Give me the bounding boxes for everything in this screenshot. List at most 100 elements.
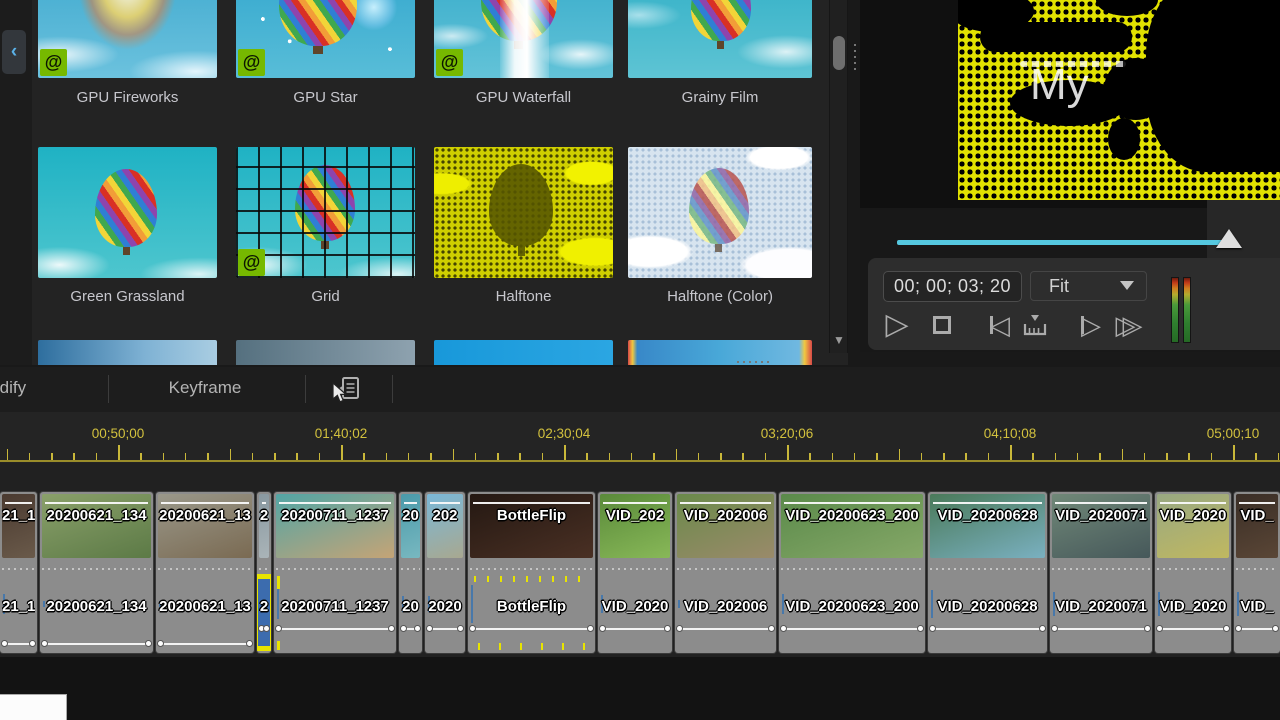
effect-tile-partial2[interactable] [236, 340, 415, 365]
volume-keyframe-handle[interactable] [587, 625, 594, 632]
volume-keyframe-handle[interactable] [426, 625, 433, 632]
volume-keyframe-handle[interactable] [388, 625, 395, 632]
volume-keyframe-handle[interactable] [414, 625, 421, 632]
effect-label: Halftone [416, 287, 631, 306]
clip-volume-line[interactable] [678, 628, 773, 630]
timeline-clip[interactable]: VID_2020VID_2020 [1155, 492, 1231, 653]
modify-button[interactable]: Modify [0, 378, 26, 398]
timeline-clip[interactable]: VID_VID_ [1234, 492, 1280, 653]
effect-tile-gpu-fireworks[interactable] [38, 0, 217, 78]
clip-volume-line[interactable] [428, 628, 462, 630]
volume-keyframe-handle[interactable] [1223, 625, 1230, 632]
clip-volume-line[interactable] [277, 628, 393, 630]
volume-keyframe-handle[interactable] [599, 625, 606, 632]
timeline-clip[interactable]: VID_20200623_200VID_20200623_200 [779, 492, 925, 653]
effect-tile-partial1[interactable] [38, 340, 217, 365]
effect-tile-gpu-waterfall[interactable] [434, 0, 613, 78]
volume-keyframe-handle[interactable] [157, 640, 164, 647]
timeline-clip[interactable]: VID_2020071VID_2020071 [1050, 492, 1152, 653]
timeline-clip[interactable]: 20200621_13420200621_134 [40, 492, 153, 653]
volume-keyframe-handle[interactable] [1156, 625, 1163, 632]
effects-scrollbar[interactable]: ▼ [829, 0, 848, 353]
timeline-clip[interactable]: 21_121_1 [0, 492, 37, 653]
seekbar-thumb[interactable] [1216, 229, 1242, 248]
volume-keyframe-handle[interactable] [246, 640, 253, 647]
timeline-clip[interactable]: BottleFlipBottleFlip [468, 492, 595, 653]
effect-tile-partial3[interactable] [434, 340, 613, 365]
timeline-clip[interactable]: VID_202006VID_202006 [675, 492, 776, 653]
scrollbar-down-arrow-icon[interactable]: ▼ [832, 332, 846, 348]
volume-keyframe-handle[interactable] [664, 625, 671, 632]
clip-volume-line[interactable] [43, 643, 150, 645]
clip-volume-line[interactable] [931, 628, 1044, 630]
volume-keyframe-handle[interactable] [41, 640, 48, 647]
volume-keyframe-handle[interactable] [1144, 625, 1151, 632]
timeline-clip[interactable]: VID_20200628VID_20200628 [928, 492, 1047, 653]
clip-volume-line[interactable] [1158, 628, 1228, 630]
timeline-clip[interactable]: 20200711_123720200711_1237 [274, 492, 396, 653]
volume-keyframe-handle[interactable] [457, 625, 464, 632]
volume-keyframe-handle[interactable] [768, 625, 775, 632]
volume-keyframe-handle[interactable] [1051, 625, 1058, 632]
volume-keyframe-handle[interactable] [1272, 625, 1279, 632]
clip-volume-line[interactable] [782, 628, 922, 630]
volume-keyframe-handle[interactable] [263, 625, 270, 632]
previous-frame-button[interactable]: ◁ [971, 306, 1009, 344]
clip-volume-line[interactable] [1053, 628, 1149, 630]
timeline-clip[interactable]: 2022020 [425, 492, 465, 653]
timeline-clip[interactable]: VID_202VID_2020 [598, 492, 672, 653]
keyframe-button[interactable]: Keyframe [140, 378, 270, 398]
timeline-ruler[interactable]: 00;50;0001;40;0202;30;0403;20;0604;10;08… [0, 412, 1280, 463]
effect-tile-halftone-color-[interactable] [628, 147, 812, 278]
volume-keyframe-handle[interactable] [400, 625, 407, 632]
volume-keyframe-handle[interactable] [469, 625, 476, 632]
effect-tile-grid[interactable] [236, 147, 415, 278]
panel-splitter-handle-vertical[interactable] [853, 42, 857, 70]
keyframe-marker [478, 643, 480, 650]
effect-tile-grainy-film[interactable] [628, 0, 812, 78]
preview-seekbar[interactable] [897, 240, 1228, 245]
volume-keyframe-handle[interactable] [29, 640, 36, 647]
effect-label: Grid [218, 287, 433, 306]
volume-keyframe-handle[interactable] [145, 640, 152, 647]
timecode-display[interactable]: 00; 00; 03; 20 [883, 271, 1022, 302]
scrollbar-thumb[interactable] [833, 36, 845, 70]
volume-keyframe-handle[interactable] [780, 625, 787, 632]
zoom-mode-dropdown[interactable]: Fit [1030, 271, 1147, 301]
clip-volume-line[interactable] [402, 628, 419, 630]
clip-video-name: 20200621_13 [158, 507, 252, 529]
fast-forward-button[interactable]: ▷▷ [1110, 306, 1148, 344]
timeline-clip[interactable]: 22 [257, 492, 271, 653]
volume-keyframe-handle[interactable] [917, 625, 924, 632]
next-frame-button[interactable]: ▷ [1062, 306, 1100, 344]
clip-volume-line[interactable] [471, 628, 592, 630]
hot-air-balloon-thumbnail [689, 168, 749, 244]
volume-keyframe-handle[interactable] [676, 625, 683, 632]
volume-keyframe-handle[interactable] [1235, 625, 1242, 632]
effect-tile-halftone[interactable] [434, 147, 613, 278]
panel-splitter-handle-horizontal[interactable] [735, 360, 769, 364]
volume-keyframe-handle[interactable] [929, 625, 936, 632]
collapse-panel-button[interactable]: ‹ [2, 30, 26, 74]
volume-keyframe-handle[interactable] [1, 640, 8, 647]
clip-volume-line[interactable] [3, 643, 34, 645]
timeline-clip[interactable]: 20200621_1320200621_13 [156, 492, 254, 653]
clip-video-audio-separator [427, 568, 463, 570]
volume-keyframe-handle[interactable] [1039, 625, 1046, 632]
clip-audio-name: 20200621_134 [42, 598, 151, 620]
clip-volume-line[interactable] [159, 643, 251, 645]
stop-button[interactable] [923, 306, 961, 344]
clip-volume-line[interactable] [601, 628, 669, 630]
volume-keyframe-handle[interactable] [275, 625, 282, 632]
clip-volume-line[interactable] [1237, 628, 1277, 630]
effect-tile-green-grassland[interactable] [38, 147, 217, 278]
effect-tile-gpu-star[interactable] [236, 0, 415, 78]
marker-button[interactable] [1016, 306, 1054, 344]
clip-video-audio-separator [677, 568, 774, 570]
clip-volume-line[interactable] [260, 628, 268, 630]
effect-label: Grainy Film [610, 88, 830, 107]
effect-tile-partial4[interactable] [628, 340, 812, 365]
play-button[interactable]: ▷ [878, 306, 916, 344]
clip-effect-indicator-line [279, 502, 391, 504]
timeline-clip[interactable]: 2020 [399, 492, 422, 653]
